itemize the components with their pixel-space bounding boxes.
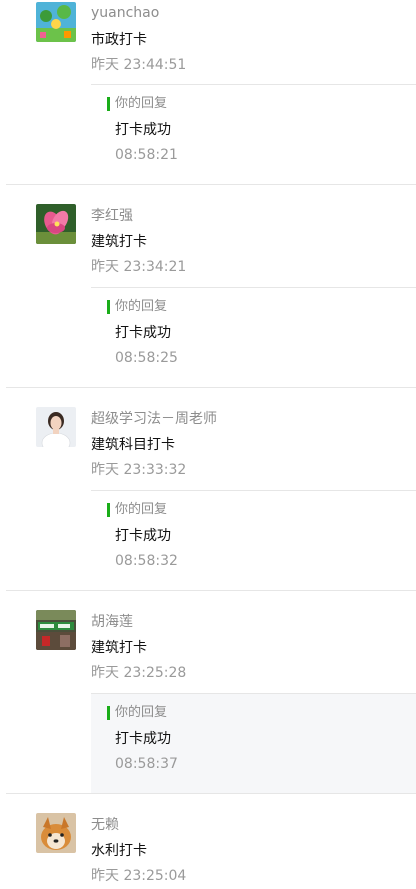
message-time: 昨天 23:25:28	[91, 665, 187, 681]
avatar-garden-icon[interactable]	[36, 2, 76, 42]
message-text: 市政打卡	[91, 32, 147, 48]
message-time: 昨天 23:33:32	[91, 462, 187, 478]
message-text: 水利打卡	[91, 843, 147, 859]
user-name[interactable]: yuanchao	[91, 4, 159, 22]
user-name[interactable]: 无赖	[91, 816, 119, 834]
message-time: 昨天 23:34:21	[91, 259, 187, 275]
divider	[6, 793, 416, 794]
reply-box[interactable]: 你的回复 打卡成功 08:58:32	[91, 490, 416, 591]
reply-header: 你的回复	[107, 299, 167, 315]
user-name[interactable]: 胡海莲	[91, 613, 133, 631]
divider	[6, 387, 416, 388]
reply-time: 08:58:37	[115, 756, 178, 772]
reply-text: 打卡成功	[115, 325, 171, 341]
message-text: 建筑科目打卡	[91, 437, 175, 453]
user-name[interactable]: 李红强	[91, 207, 133, 225]
reply-time: 08:58:21	[115, 147, 178, 163]
avatar-flower-icon[interactable]	[36, 204, 76, 244]
message-item[interactable]: 胡海莲 建筑打卡 昨天 23:25:28 你的回复 打卡成功 08:58:37	[0, 592, 416, 795]
message-time: 昨天 23:44:51	[91, 57, 187, 73]
reply-box[interactable]: 你的回复 打卡成功 08:58:25	[91, 287, 416, 388]
message-item[interactable]: 无赖 水利打卡 昨天 23:25:04	[0, 795, 416, 889]
reply-header: 你的回复	[107, 96, 167, 112]
message-time: 昨天 23:25:04	[91, 868, 187, 884]
reply-time: 08:58:25	[115, 350, 178, 366]
reply-time: 08:58:32	[115, 553, 178, 569]
message-item[interactable]: 李红强 建筑打卡 昨天 23:34:21 你的回复 打卡成功 08:58:25	[0, 186, 416, 389]
reply-accent-bar	[107, 706, 110, 720]
reply-accent-bar	[107, 97, 110, 111]
reply-text: 打卡成功	[115, 731, 171, 747]
avatar-dog-icon[interactable]	[36, 813, 76, 853]
avatar-street-icon[interactable]	[36, 610, 76, 650]
divider	[6, 590, 416, 591]
reply-text: 打卡成功	[115, 122, 171, 138]
reply-box[interactable]: 你的回复 打卡成功 08:58:37	[91, 693, 416, 794]
reply-text: 打卡成功	[115, 528, 171, 544]
reply-label: 你的回复	[115, 705, 168, 720]
message-text: 建筑打卡	[91, 234, 147, 250]
divider	[6, 184, 416, 185]
message-item[interactable]: 超级学习法－周老师 建筑科目打卡 昨天 23:33:32 你的回复 打卡成功 0…	[0, 389, 416, 592]
reply-accent-bar	[107, 300, 110, 314]
reply-header: 你的回复	[107, 502, 167, 518]
user-name[interactable]: 超级学习法－周老师	[91, 410, 217, 428]
reply-box[interactable]: 你的回复 打卡成功 08:58:21	[91, 84, 416, 185]
reply-label: 你的回复	[115, 299, 168, 314]
reply-header: 你的回复	[107, 705, 167, 721]
reply-label: 你的回复	[115, 502, 168, 517]
avatar-portrait-icon[interactable]	[36, 407, 76, 447]
message-text: 建筑打卡	[91, 640, 147, 656]
reply-accent-bar	[107, 503, 110, 517]
reply-label: 你的回复	[115, 96, 168, 111]
message-feed: yuanchao 市政打卡 昨天 23:44:51 你的回复 打卡成功 08:5…	[0, 0, 416, 889]
message-item[interactable]: yuanchao 市政打卡 昨天 23:44:51 你的回复 打卡成功 08:5…	[0, 0, 416, 186]
